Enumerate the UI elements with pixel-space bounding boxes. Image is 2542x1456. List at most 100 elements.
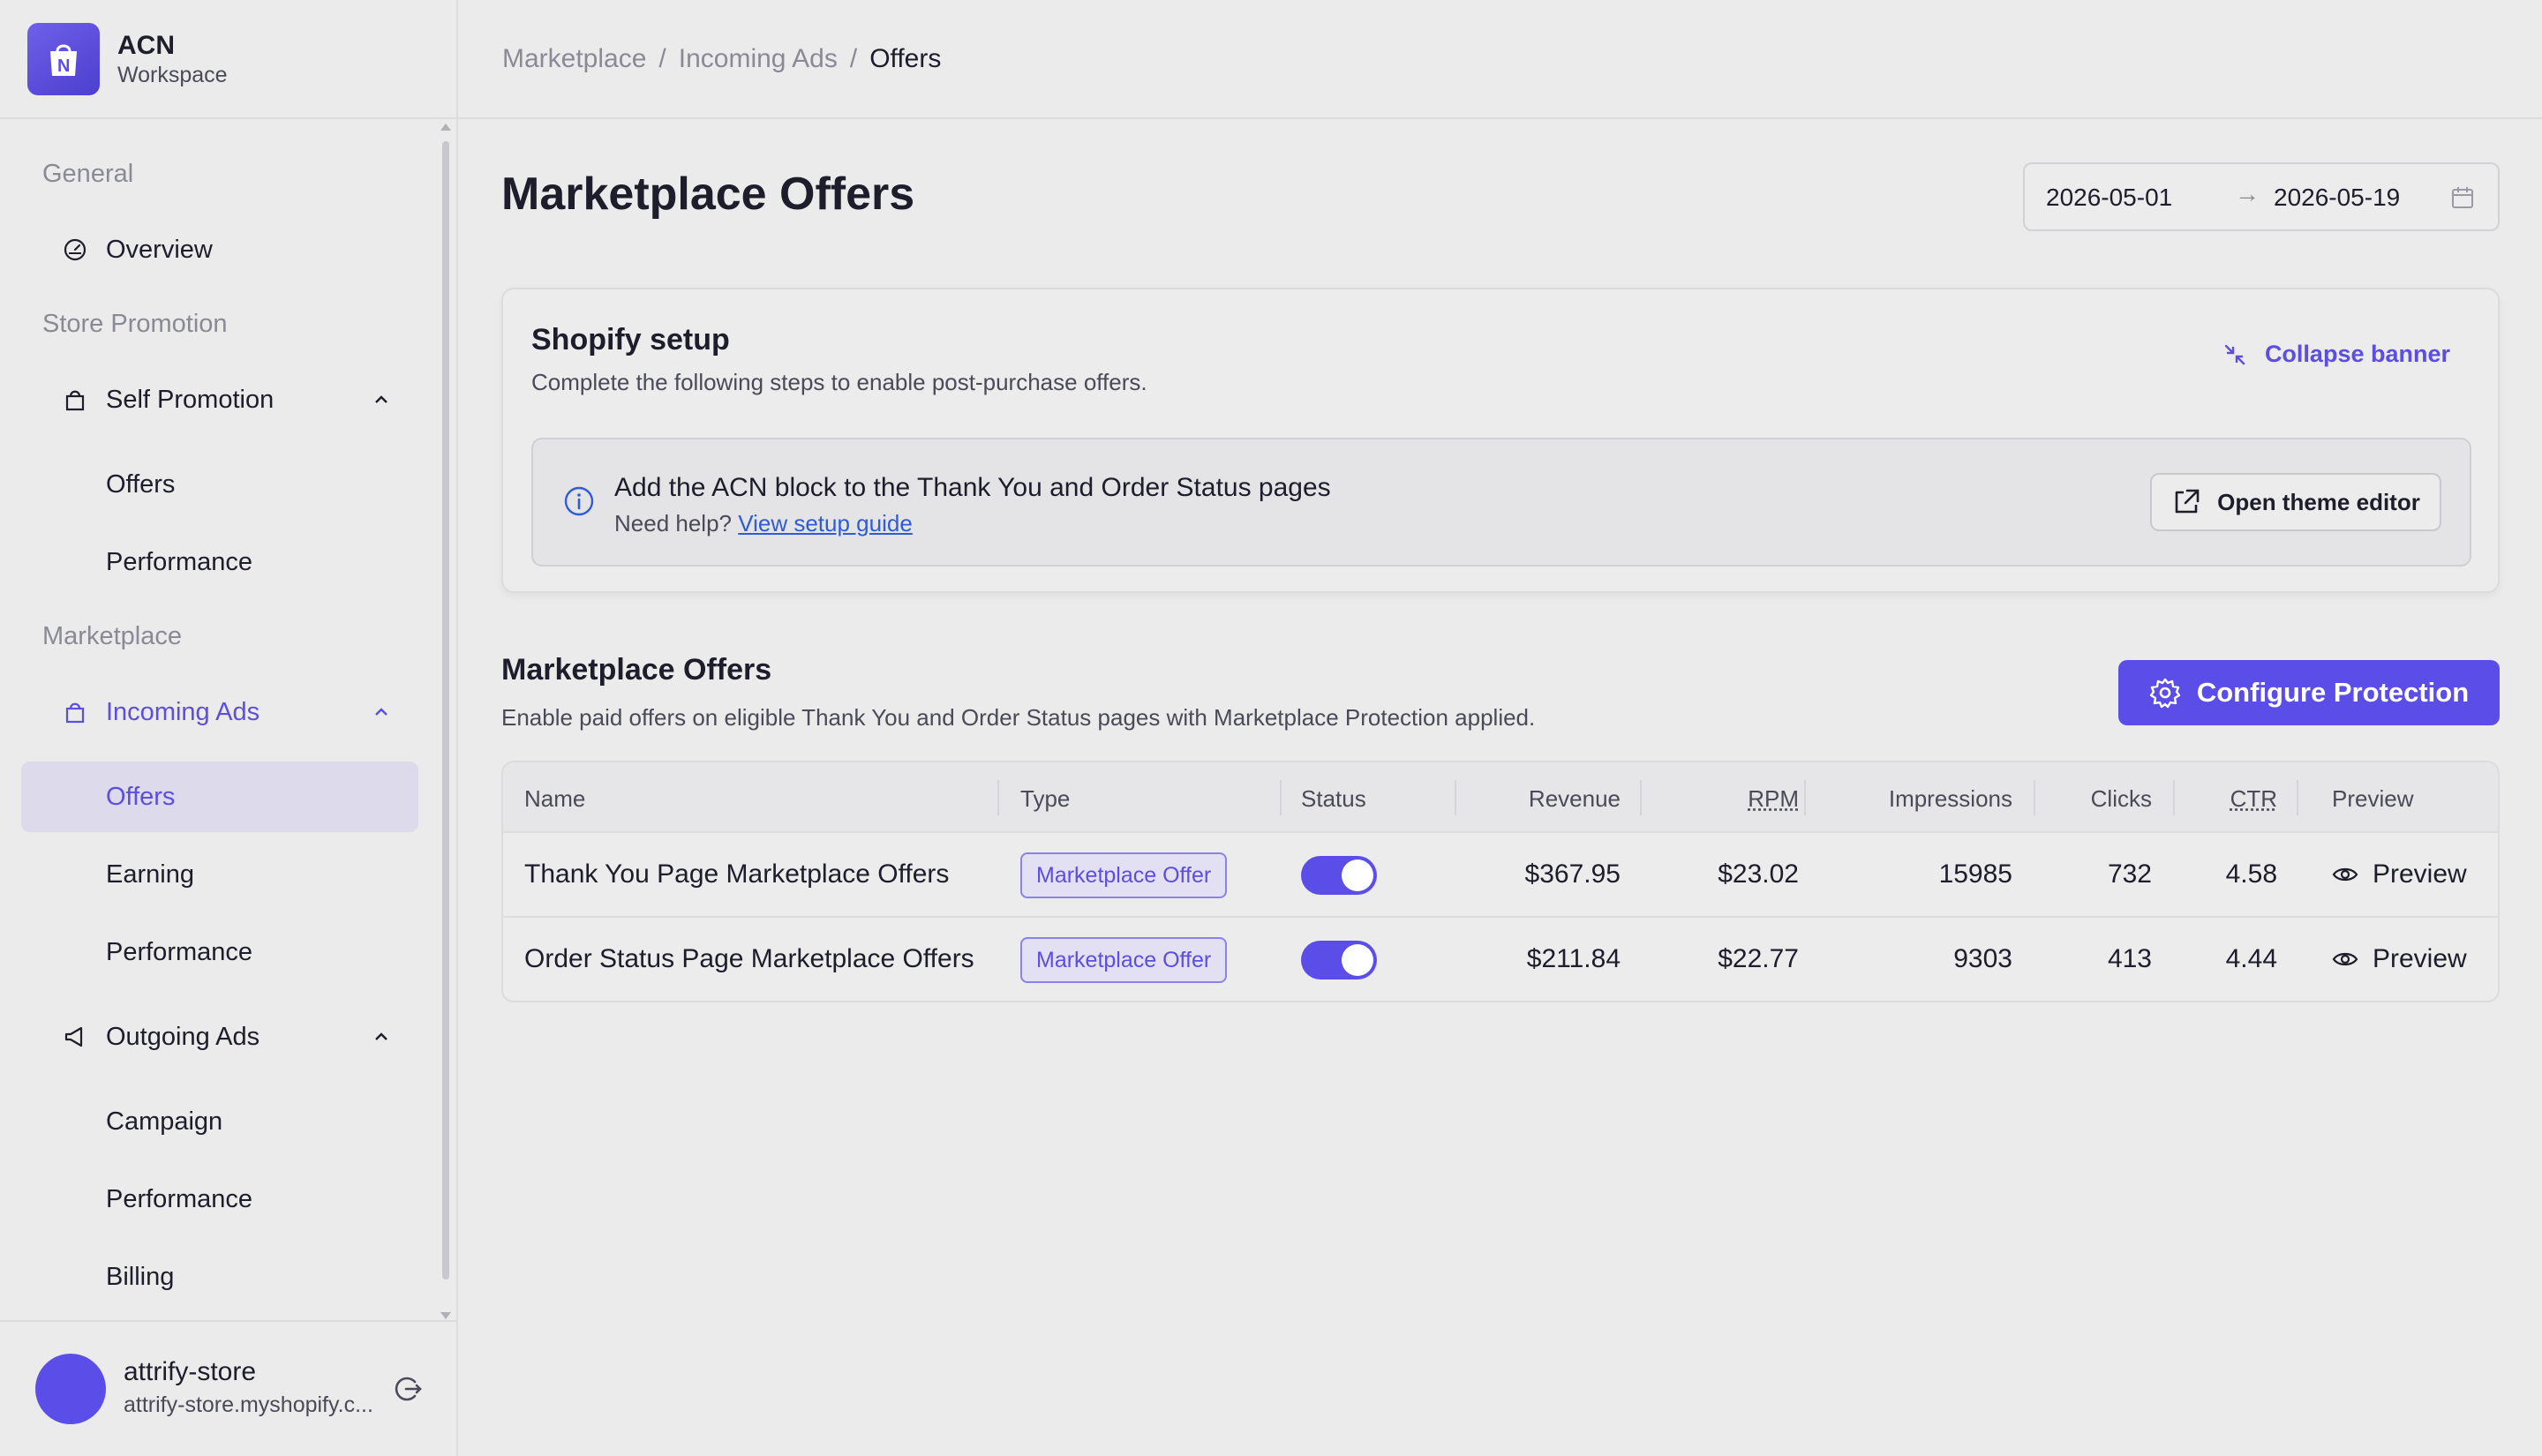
date-range-arrow: → [2235,180,2260,207]
sidebar-item-self-offers[interactable]: Offers [21,449,418,520]
offer-name: Thank You Page Marketplace Offers [524,859,950,889]
column-header-clicks[interactable]: Clicks [2048,785,2152,813]
column-divider [997,780,999,815]
sidebar-item-label: Earning [106,859,194,889]
sidebar-item-label: Incoming Ads [106,697,260,726]
column-header-impressions[interactable]: Impressions [1827,785,2012,813]
info-icon [564,486,594,516]
column-header-preview: Preview [2332,785,2414,812]
sidebar-item-label: Campaign [106,1107,223,1136]
configure-protection-button[interactable]: Configure Protection [2118,660,2500,725]
column-header-ctr[interactable]: CTR [2180,785,2277,813]
sidebar-item-outgoing-campaign[interactable]: Campaign [21,1086,418,1157]
column-divider [1804,780,1806,815]
eye-icon [2332,952,2358,966]
breadcrumb-incoming-ads[interactable]: Incoming Ads [679,44,838,74]
breadcrumb-separator: / [658,43,666,73]
sidebar-item-label: Outgoing Ads [106,1022,260,1051]
offer-status-toggle[interactable] [1301,856,1377,895]
column-header-revenue[interactable]: Revenue [1474,785,1621,813]
collapse-banner-button[interactable]: Collapse banner [2222,341,2450,368]
column-header-name[interactable]: Name [524,785,585,813]
step-title: Add the ACN block to the Thank You and O… [614,473,1331,502]
step-help: Need help? View setup guide [614,510,913,537]
shopify-setup-banner: Shopify setup Complete the following ste… [501,288,2500,593]
offer-status-toggle[interactable] [1301,941,1377,979]
offer-impressions: 9303 [1953,944,2012,973]
date-end-input[interactable]: 2026-05-19 [2274,184,2400,212]
column-header-type[interactable]: Type [1020,785,1070,813]
date-start-input[interactable]: 2026-05-01 [2046,184,2172,212]
sidebar-item-incoming-ads[interactable]: Incoming Ads [21,677,418,747]
bag-icon [65,702,85,724]
nav-section-marketplace: Marketplace [42,622,182,650]
sidebar-item-incoming-performance[interactable]: Performance [21,917,418,987]
logout-icon[interactable] [392,1373,424,1405]
step-help-prefix: Need help? [614,510,732,537]
megaphone-icon [64,1026,83,1047]
open-theme-editor-button[interactable]: Open theme editor [2150,473,2441,531]
chevron-up-icon [375,395,387,403]
gear-icon [2149,678,2181,709]
sidebar-item-label: Performance [106,547,253,576]
sidebar-item-incoming-offers[interactable]: Offers [21,762,418,832]
sidebar-item-label: Offers [106,782,176,811]
chevron-up-icon [375,708,387,716]
view-setup-guide-link[interactable]: View setup guide [738,510,913,537]
sidebar-item-self-promotion[interactable]: Self Promotion [21,364,418,435]
brand-name: ACN [117,30,175,60]
sidebar-item-outgoing-billing[interactable]: Billing [21,1242,418,1312]
scroll-thumb[interactable] [442,141,449,1280]
column-divider [1455,780,1456,815]
column-header-status[interactable]: Status [1301,785,1366,813]
gauge-icon [64,238,86,261]
column-header-rpm[interactable]: RPM [1651,785,1799,813]
user-profile[interactable]: attrify-store attrify-store.myshopify.c.… [0,1320,456,1456]
column-divider [2034,780,2035,815]
preview-button[interactable]: Preview [2332,944,2467,974]
table-header: Name Type Status Revenue RPM Impressions… [503,762,2498,833]
offer-revenue: $367.95 [1524,859,1621,889]
sidebar-item-incoming-earning[interactable]: Earning [21,839,418,910]
scroll-down-arrow[interactable] [440,1312,451,1319]
sidebar-item-label: Performance [106,937,253,966]
setup-title: Shopify setup [531,323,730,356]
offer-type-badge: Marketplace Offer [1020,852,1228,898]
sidebar-item-label: Performance [106,1184,253,1213]
offer-name: Order Status Page Marketplace Offers [524,944,974,973]
sidebar-scrollbar[interactable] [440,124,452,1319]
svg-text:N: N [57,56,70,76]
breadcrumb-separator: / [849,43,858,73]
preview-button[interactable]: Preview [2332,859,2467,889]
sidebar-item-overview[interactable]: Overview [21,214,418,285]
offers-section-description: Enable paid offers on eligible Thank You… [501,704,1536,731]
chevron-up-icon [375,1032,387,1040]
eye-icon [2332,867,2358,882]
calendar-icon [2452,187,2473,208]
avatar [35,1354,106,1424]
offer-clicks: 413 [2107,944,2152,973]
column-divider [2173,780,2175,815]
brand[interactable]: N ACN Workspace [0,0,456,119]
offer-type-badge: Marketplace Offer [1020,937,1228,983]
date-range-picker[interactable]: 2026-05-01 → 2026-05-19 [2023,162,2500,231]
user-name: attrify-store [124,1357,257,1386]
setup-description: Complete the following steps to enable p… [531,369,1147,395]
bag-icon [65,390,85,411]
toggle-knob [1342,859,1373,891]
preview-label: Preview [2373,859,2467,889]
offer-impressions: 15985 [1938,859,2012,889]
sidebar-item-label: Offers [106,469,176,499]
table-row: Thank You Page Marketplace Offers Market… [503,833,2498,918]
sidebar-item-outgoing-performance[interactable]: Performance [21,1164,418,1235]
sidebar-item-outgoing-ads[interactable]: Outgoing Ads [21,1002,418,1072]
column-divider [2297,780,2298,815]
page-title: Marketplace Offers [501,169,915,220]
sidebar-item-self-performance[interactable]: Performance [21,527,418,597]
offer-rpm: $22.77 [1718,944,1799,973]
scroll-up-arrow[interactable] [440,124,451,131]
setup-step: Add the ACN block to the Thank You and O… [531,438,2471,567]
breadcrumb-marketplace[interactable]: Marketplace [502,44,646,74]
shopping-bag-logo-icon: N [50,44,77,76]
external-link-icon [2175,489,2200,514]
